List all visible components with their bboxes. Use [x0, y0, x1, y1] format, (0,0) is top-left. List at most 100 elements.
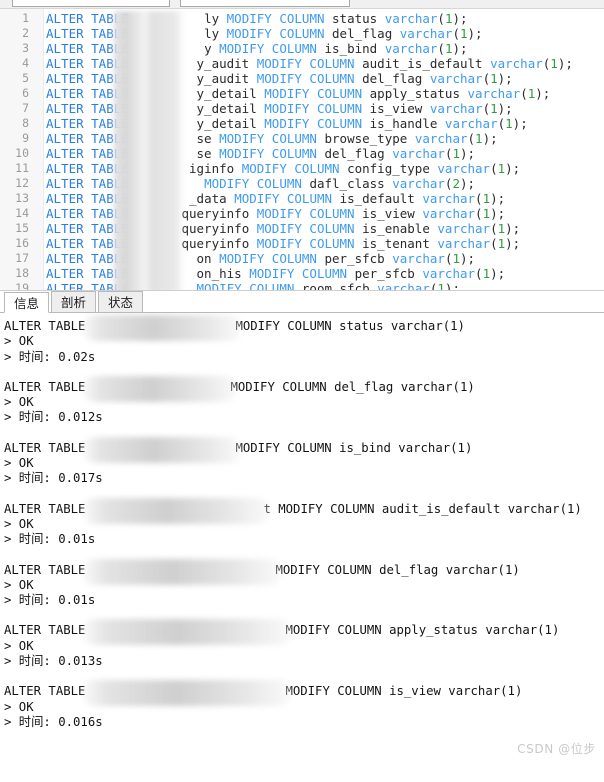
line-number: 1	[22, 11, 29, 25]
line-number: 5	[22, 71, 29, 85]
result-tab-bar[interactable]: 信息 剖析 状态	[0, 291, 604, 313]
code-line[interactable]: 9 ALTER TABLE se MODIFY COLUMN browse_typ…	[0, 131, 604, 146]
code-line-text: ALTER TABLE se MODIFY COLUMN browse_type…	[46, 131, 498, 146]
code-line-text: ALTER TABLE y_detail MODIFY COLUMN is_vi…	[46, 101, 513, 116]
output-status-line: > OK	[4, 456, 34, 471]
output-statement-body: t MODIFY COLUMN audit_is_default varchar…	[263, 501, 582, 516]
line-number: 19	[15, 281, 29, 291]
code-line[interactable]: 16 ALTER TABLE queryinfo MODIFY COLUMN is…	[0, 236, 604, 251]
line-number: 17	[15, 251, 29, 265]
code-line[interactable]: 11 ALTER TABLE iginfo MODIFY COLUMN confi…	[0, 161, 604, 176]
output-status-line: > OK	[4, 577, 34, 592]
code-line[interactable]: 15 ALTER TABLE queryinfo MODIFY COLUMN is…	[0, 221, 604, 236]
output-panel[interactable]: ALTER TABLE MODIFY COLUMN status varchar(…	[0, 313, 604, 782]
code-line-text: ALTER TABLE iginfo MODIFY COLUMN config_…	[46, 161, 521, 176]
code-line-text: ALTER TABLE y_detail MODIFY COLUMN apply…	[46, 86, 551, 101]
code-line[interactable]: 14 ALTER TABLE queryinfo MODIFY COLUMN is…	[0, 206, 604, 221]
code-line-text: ALTER TABLE y_audit MODIFY COLUMN audit_…	[46, 56, 573, 71]
line-number: 12	[15, 176, 29, 190]
code-line[interactable]: 4 ALTER TABLE y_audit MODIFY COLUMN audit…	[0, 56, 604, 71]
output-status-line: > OK	[4, 516, 34, 531]
output-statement-prefix: ALTER TABLE	[4, 562, 86, 577]
code-line[interactable]: 12 ALTER TABLE MODIFY COLUMN dafl_class v…	[0, 176, 604, 191]
output-time-line: > 时间: 0.01s	[4, 593, 96, 608]
line-number: 15	[15, 221, 29, 235]
code-line[interactable]: 6 ALTER TABLE y_detail MODIFY COLUMN appl…	[0, 86, 604, 101]
output-statement-body: MODIFY COLUMN del_flag varchar(1)	[275, 562, 520, 577]
code-line-text: ALTER TABLE MODIFY COLUMN dafl_class var…	[46, 176, 476, 191]
output-statement-prefix: ALTER TABLE	[4, 623, 86, 638]
output-block: ALTER TABLE MODIFY COLUMN del_flag varcha…	[4, 375, 604, 426]
output-statement-prefix: ALTER TABLE	[4, 319, 86, 333]
output-statement-body: MODIFY COLUMN del_flag varchar(1)	[230, 379, 475, 394]
code-line-text: ALTER TABLE MODIFY COLUMN room_sfcb varc…	[46, 281, 460, 291]
code-line[interactable]: 13 ALTER TABLE _data MODIFY COLUMN is_def…	[0, 191, 604, 206]
code-line-text: ALTER TABLE ly MODIFY COLUMN del_flag va…	[46, 26, 483, 41]
code-line[interactable]: 19 ALTER TABLE MODIFY COLUMN room_sfcb va…	[0, 281, 604, 291]
output-block: ALTER TABLE MODIFY COLUMN status varchar(…	[4, 315, 604, 365]
output-time-line: > 时间: 0.013s	[4, 654, 103, 669]
code-line[interactable]: 7 ALTER TABLE y_detail MODIFY COLUMN is_v…	[0, 101, 604, 116]
output-statement-body: MODIFY COLUMN is_bind varchar(1)	[235, 440, 473, 455]
code-line-text: ALTER TABLE queryinfo MODIFY COLUMN is_t…	[46, 236, 521, 251]
code-line-text: ALTER TABLE ly MODIFY COLUMN status varc…	[46, 11, 468, 26]
line-number: 16	[15, 236, 29, 250]
code-line[interactable]: 17 ALTER TABLE on MODIFY COLUMN per_sfcb …	[0, 251, 604, 266]
code-line[interactable]: 3 ALTER TABLE y MODIFY COLUMN is_bind var…	[0, 41, 604, 56]
output-statement-line: ALTER TABLE t MODIFY COLUMN audit_is_defa…	[4, 497, 604, 524]
line-number: 3	[22, 41, 29, 55]
line-number: 13	[15, 191, 29, 205]
line-number: 14	[15, 206, 29, 220]
code-lines[interactable]: 1 ALTER TABLE ly MODIFY COLUMN status var…	[0, 11, 604, 291]
output-time-line: > 时间: 0.016s	[4, 714, 103, 729]
output-block: ALTER TABLE MODIFY COLUMN apply_status va…	[4, 619, 604, 669]
code-line-text: ALTER TABLE y_detail MODIFY COLUMN is_ha…	[46, 116, 528, 131]
code-line[interactable]: 10 ALTER TABLE se MODIFY COLUMN del_flag …	[0, 146, 604, 161]
output-block: ALTER TABLE MODIFY COLUMN is_bind varchar…	[4, 436, 604, 487]
output-status-line: > OK	[4, 699, 34, 714]
result-tab-2[interactable]: 状态	[98, 291, 144, 312]
code-line-text: ALTER TABLE queryinfo MODIFY COLUMN is_e…	[46, 221, 521, 236]
line-number: 18	[15, 266, 29, 280]
toolbar-input-1[interactable]	[12, 0, 170, 7]
toolbar-strip	[0, 0, 604, 9]
output-statement-line: ALTER TABLE MODIFY COLUMN is_view varchar…	[4, 680, 604, 707]
code-line-text: ALTER TABLE queryinfo MODIFY COLUMN is_v…	[46, 206, 506, 221]
output-block: ALTER TABLE MODIFY COLUMN del_flag varcha…	[4, 558, 604, 609]
toolbar-input-2[interactable]	[180, 0, 350, 7]
code-line[interactable]: 5 ALTER TABLE y_audit MODIFY COLUMN del_f…	[0, 71, 604, 86]
output-block: ALTER TABLE t MODIFY COLUMN audit_is_defa…	[4, 497, 604, 548]
output-statement-body: MODIFY COLUMN apply_status varchar(1)	[285, 623, 560, 638]
output-status-line: > OK	[4, 395, 34, 410]
code-line[interactable]: 2 ALTER TABLE ly MODIFY COLUMN del_flag v…	[0, 26, 604, 41]
line-number: 9	[22, 131, 29, 145]
code-line-text: ALTER TABLE se MODIFY COLUMN del_flag va…	[46, 146, 476, 161]
sql-editor[interactable]: 1 ALTER TABLE ly MODIFY COLUMN status var…	[0, 9, 604, 291]
output-statement-line: ALTER TABLE MODIFY COLUMN del_flag varcha…	[4, 375, 604, 402]
code-line-text: ALTER TABLE _data MODIFY COLUMN is_defau…	[46, 191, 506, 206]
result-tab-1[interactable]: 剖析	[51, 291, 97, 312]
code-line-text: ALTER TABLE y_audit MODIFY COLUMN del_fl…	[46, 71, 513, 86]
line-number: 7	[22, 101, 29, 115]
code-line-text: ALTER TABLE on_his MODIFY COLUMN per_sfc…	[46, 266, 506, 281]
output-statement-line: ALTER TABLE MODIFY COLUMN apply_status va…	[4, 619, 604, 646]
line-number: 6	[22, 86, 29, 100]
output-status-line: > OK	[4, 334, 34, 349]
line-number: 4	[22, 56, 29, 70]
output-status-line: > OK	[4, 638, 34, 653]
code-line[interactable]: 18 ALTER TABLE on_his MODIFY COLUMN per_s…	[0, 266, 604, 281]
output-time-line: > 时间: 0.012s	[4, 410, 103, 425]
output-statement-body: MODIFY COLUMN status varchar(1)	[235, 319, 465, 333]
output-time-line: > 时间: 0.02s	[4, 349, 96, 364]
output-block: ALTER TABLE MODIFY COLUMN is_view varchar…	[4, 680, 604, 730]
line-number: 2	[22, 26, 29, 40]
code-line[interactable]: 8 ALTER TABLE y_detail MODIFY COLUMN is_h…	[0, 116, 604, 131]
output-statement-body: MODIFY COLUMN is_view varchar(1)	[285, 684, 523, 699]
output-statement-line: ALTER TABLE MODIFY COLUMN status varchar(…	[4, 315, 604, 341]
code-line-text: ALTER TABLE y MODIFY COLUMN is_bind varc…	[46, 41, 468, 56]
output-statement-line: ALTER TABLE MODIFY COLUMN del_flag varcha…	[4, 558, 604, 585]
code-line[interactable]: 1 ALTER TABLE ly MODIFY COLUMN status var…	[0, 11, 604, 26]
output-time-line: > 时间: 0.01s	[4, 532, 96, 547]
result-tab-0[interactable]: 信息	[4, 292, 50, 313]
output-statement-prefix: ALTER TABLE	[4, 440, 86, 455]
